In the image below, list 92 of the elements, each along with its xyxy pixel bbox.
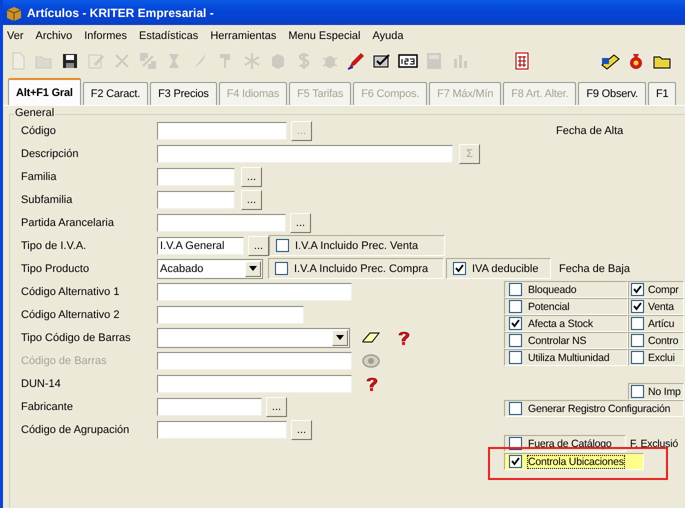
field-label: Fecha de Baja xyxy=(559,262,630,274)
eraser-icon[interactable] xyxy=(362,330,380,344)
checkbox[interactable] xyxy=(631,317,644,330)
checkbox[interactable] xyxy=(631,283,644,296)
checkbox[interactable] xyxy=(631,351,644,364)
checkbox[interactable] xyxy=(276,239,289,252)
input-field[interactable] xyxy=(157,352,352,370)
checkbox[interactable] xyxy=(509,402,522,415)
field-label: Partida Arancelaria xyxy=(20,216,115,228)
caret-icon[interactable] xyxy=(336,335,344,340)
input-field[interactable] xyxy=(157,306,304,324)
field-label: Tipo Producto xyxy=(20,262,90,274)
checkbox-label: No Imp xyxy=(648,386,681,398)
checkbox[interactable] xyxy=(275,262,288,275)
checkbox-label: Controlar NS xyxy=(528,334,586,346)
checkbox[interactable] xyxy=(631,300,644,313)
checkbox-label: I.V.A Incluido Prec. Venta xyxy=(295,240,418,252)
field-label: Código de Barras xyxy=(20,354,108,366)
checkbox-label: I.V.A Incluido Prec. Compra xyxy=(294,262,428,274)
checkbox[interactable] xyxy=(631,334,644,347)
lookup-button[interactable]: ... xyxy=(241,190,262,210)
checkbox-label: IVA deducible xyxy=(472,262,538,274)
checkbox[interactable] xyxy=(509,283,522,296)
tab[interactable]: F2 Caract. xyxy=(82,82,148,105)
checkbox-label: Controla Ubicaciones xyxy=(528,456,624,468)
field-label: Código xyxy=(20,124,57,136)
save-icon[interactable] xyxy=(60,51,80,71)
checkbox-label: Utiliza Multiunidad xyxy=(528,352,610,364)
field-label: Tipo Código de Barras xyxy=(20,332,132,344)
menu-item[interactable]: Ayuda xyxy=(372,30,404,42)
group-title: General xyxy=(14,107,56,119)
tab[interactable]: F1 xyxy=(648,82,676,105)
field-label: Código Alternativo 1 xyxy=(20,286,120,298)
field-label: Fecha de Alta xyxy=(556,124,624,136)
menu-item[interactable]: Estadísticas xyxy=(139,30,198,42)
field-label: F. Exclusió xyxy=(630,438,678,450)
field-label: Familia xyxy=(20,170,58,182)
checkbox[interactable] xyxy=(509,334,522,347)
field-label: DUN-14 xyxy=(20,378,62,390)
pen-icon[interactable] xyxy=(346,51,366,71)
eye-icon xyxy=(362,352,380,368)
checkbox[interactable] xyxy=(509,300,522,313)
checkbox-label: Compr xyxy=(648,284,679,296)
help-icon[interactable] xyxy=(396,330,412,346)
input-field[interactable]: I.V.A General xyxy=(157,236,244,254)
help-icon[interactable] xyxy=(364,376,380,392)
tab[interactable]: F3 Precios xyxy=(150,82,217,105)
checkbox[interactable] xyxy=(509,351,522,364)
checkbox-label: Afecta a Stock xyxy=(528,318,593,330)
tab[interactable]: F9 Observ. xyxy=(578,82,646,105)
input-field[interactable] xyxy=(157,122,287,140)
checkbox[interactable] xyxy=(509,455,522,468)
field-label: Subfamilia xyxy=(20,194,74,206)
menu-item[interactable]: Menu Especial xyxy=(288,30,360,42)
checkbox[interactable] xyxy=(453,262,466,275)
checkbox-label: Potencial xyxy=(528,300,570,312)
lookup-button[interactable]: ... xyxy=(241,166,262,186)
tab[interactable]: Alt+F1 Gral xyxy=(8,78,81,105)
checkbox-label: Generar Registro Configuración xyxy=(528,402,670,414)
field-label: Fabricante xyxy=(20,400,74,412)
input-field[interactable] xyxy=(157,420,287,438)
checkbox[interactable] xyxy=(631,385,644,398)
input-field[interactable] xyxy=(157,374,352,392)
caret-icon[interactable] xyxy=(249,266,257,271)
checkbox-label: Artícu xyxy=(648,318,674,330)
checkbox-label: Venta xyxy=(648,300,674,312)
checkbox-label: Fuera de Catálogo xyxy=(528,438,612,450)
window-title: Artículos - KRITER Empresarial - xyxy=(27,6,214,20)
input-field[interactable] xyxy=(157,214,286,232)
input-field[interactable] xyxy=(157,282,352,300)
input-field[interactable] xyxy=(157,190,235,208)
menu-item[interactable]: Archivo xyxy=(36,30,72,42)
field-label: Tipo de I.V.A. xyxy=(20,240,88,252)
menu-item[interactable]: Ver xyxy=(7,30,24,42)
menu-item[interactable]: Herramientas xyxy=(210,30,276,42)
checkbox-label: Contro xyxy=(648,334,678,346)
dropdown[interactable]: Acabado xyxy=(157,258,263,278)
lookup-button[interactable]: ... xyxy=(290,212,311,232)
checkbox[interactable] xyxy=(509,317,522,330)
checkbox-label: Exclui xyxy=(648,352,675,364)
input-field[interactable] xyxy=(157,168,235,186)
checkbox-label: Bloqueado xyxy=(528,284,576,296)
input-field[interactable] xyxy=(157,398,262,416)
lookup-button[interactable]: ... xyxy=(266,396,287,416)
app-icon xyxy=(6,4,22,20)
field-label: Código de Agrupación xyxy=(20,424,130,436)
menu-item[interactable]: Informes xyxy=(84,30,127,42)
field-label: Código Alternativo 2 xyxy=(20,308,120,320)
input-field[interactable] xyxy=(157,144,453,162)
field-label: Descripción xyxy=(20,148,80,160)
lookup-button[interactable]: ... xyxy=(291,420,312,440)
lookup-button[interactable]: ... xyxy=(248,236,269,256)
